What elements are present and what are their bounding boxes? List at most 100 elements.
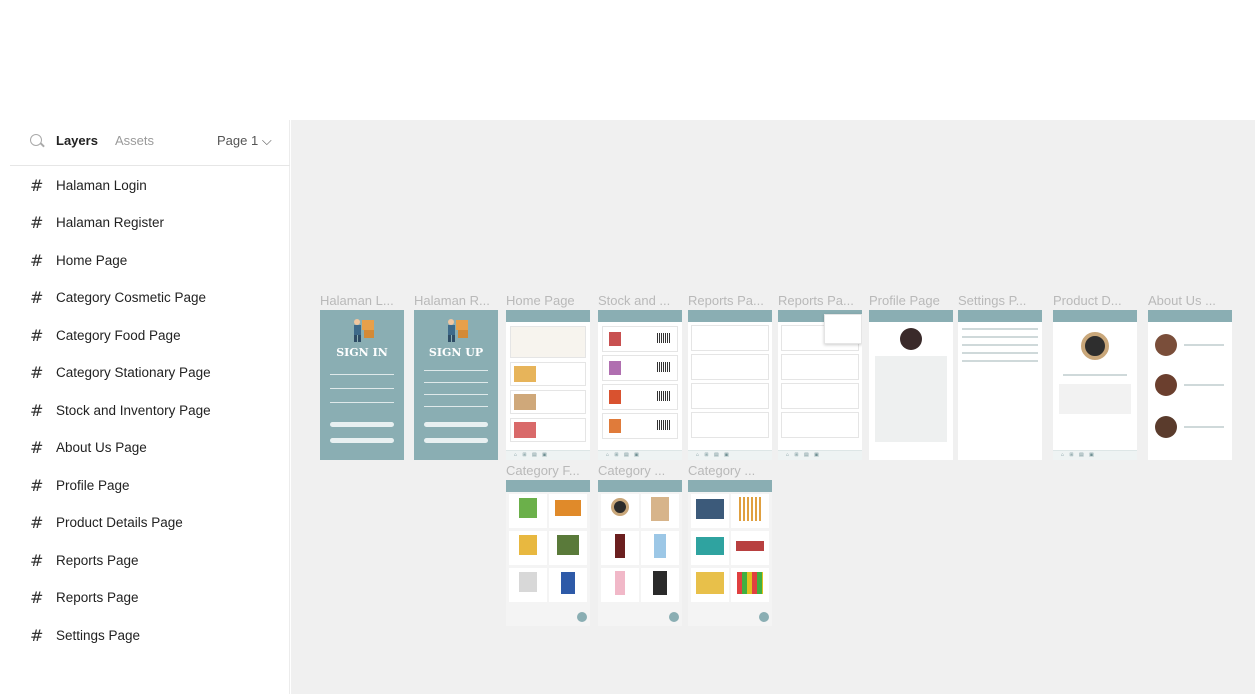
frame-label[interactable]: Home Page <box>506 293 590 308</box>
frame-icon: # <box>30 362 44 382</box>
frame-profile-page[interactable] <box>869 310 953 460</box>
layer-item[interactable]: # Category Stationary Page <box>30 361 211 383</box>
frame-header <box>688 480 772 492</box>
frame-header <box>869 310 953 322</box>
frame-about-us[interactable] <box>1148 310 1232 460</box>
register-link <box>330 438 394 443</box>
frame-home-page[interactable] <box>506 310 590 460</box>
frame-icon: # <box>30 400 44 420</box>
frame-label[interactable]: Halaman R... <box>414 293 498 308</box>
frame-label[interactable]: About Us ... <box>1148 293 1232 308</box>
bottom-nav <box>1053 450 1137 460</box>
sign-up-title: SIGN UP <box>428 346 484 359</box>
layer-item[interactable]: # Halaman Register <box>30 211 164 233</box>
avatar <box>900 328 922 350</box>
product-tile <box>601 568 639 602</box>
stock-item <box>602 326 678 352</box>
frame-icon: # <box>30 587 44 607</box>
layer-label: About Us Page <box>56 439 147 455</box>
bottom-nav <box>506 450 590 460</box>
stock-item <box>602 413 678 439</box>
layer-item[interactable]: # Halaman Login <box>30 174 147 196</box>
frame-category-stationary[interactable] <box>688 480 772 626</box>
report-card <box>781 412 859 438</box>
tab-layers[interactable]: Layers <box>56 133 98 148</box>
layer-label: Category Stationary Page <box>56 364 211 380</box>
layer-label: Stock and Inventory Page <box>56 402 211 418</box>
frame-product-details[interactable] <box>1053 310 1137 460</box>
frame-label[interactable]: Category ... <box>688 463 772 478</box>
banner-image <box>510 326 586 358</box>
sign-in-title: SIGN IN <box>336 346 388 359</box>
layer-item[interactable]: # About Us Page <box>30 436 147 458</box>
category-card <box>510 418 586 442</box>
password-field <box>424 390 488 395</box>
tab-assets[interactable]: Assets <box>115 133 154 148</box>
frame-label[interactable]: Stock and ... <box>598 293 682 308</box>
frame-label[interactable]: Reports Pa... <box>778 293 862 308</box>
frame-header <box>1148 310 1232 322</box>
frame-icon: # <box>30 175 44 195</box>
email-field <box>424 378 488 383</box>
layer-item[interactable]: # Category Cosmetic Page <box>30 286 206 308</box>
layer-item[interactable]: # Product Details Page <box>30 511 183 533</box>
frame-icon: # <box>30 512 44 532</box>
frame-icon: # <box>30 475 44 495</box>
frame-label[interactable]: Profile Page <box>869 293 953 308</box>
layer-label: Reports Page <box>56 552 139 568</box>
layer-item[interactable]: # Stock and Inventory Page <box>30 399 211 421</box>
avatar <box>1155 374 1177 396</box>
product-tile <box>691 568 729 602</box>
layer-item[interactable]: # Reports Page <box>30 549 139 571</box>
frame-header <box>506 310 590 322</box>
layer-item[interactable]: # Settings Page <box>30 624 140 646</box>
frame-category-cosmetic[interactable] <box>598 480 682 626</box>
frame-reports-page[interactable] <box>688 310 772 460</box>
frame-icon: # <box>30 287 44 307</box>
stock-item <box>602 355 678 381</box>
frame-icon: # <box>30 250 44 270</box>
add-button <box>759 612 769 622</box>
product-tile <box>601 494 639 528</box>
bottom-nav <box>598 450 682 460</box>
frame-category-food[interactable] <box>506 480 590 626</box>
product-tile <box>509 531 547 565</box>
layer-item[interactable]: # Home Page <box>30 249 127 271</box>
frame-stock-inventory[interactable] <box>598 310 682 460</box>
add-button <box>669 612 679 622</box>
member-info <box>1184 344 1224 346</box>
frame-header <box>598 310 682 322</box>
report-card <box>691 383 769 409</box>
layer-label: Settings Page <box>56 627 141 643</box>
report-card <box>781 354 859 380</box>
layer-label: Profile Page <box>56 477 130 493</box>
frame-header <box>598 480 682 492</box>
frame-label[interactable]: Product D... <box>1053 293 1137 308</box>
frame-reports-page-2[interactable] <box>778 310 862 460</box>
frame-label[interactable]: Category ... <box>598 463 682 478</box>
product-tile <box>691 494 729 528</box>
password-field <box>330 398 394 403</box>
report-card <box>691 412 769 438</box>
settings-row <box>962 360 1038 362</box>
frame-settings-page[interactable] <box>958 310 1042 460</box>
layer-item[interactable]: # Profile Page <box>30 474 130 496</box>
username-field <box>330 370 394 375</box>
login-screen: SIGN IN <box>320 310 404 460</box>
page-selector[interactable]: Page 1 ⌵ <box>217 133 272 149</box>
settings-row <box>962 352 1038 354</box>
layer-item[interactable]: # Reports Page <box>30 586 139 608</box>
frame-halaman-login[interactable]: SIGN IN <box>320 310 404 460</box>
layer-label: Halaman Login <box>56 177 147 193</box>
layer-label: Category Food Page <box>56 327 181 343</box>
frame-label[interactable]: Settings P... <box>958 293 1042 308</box>
search-icon[interactable] <box>30 134 42 146</box>
frame-label[interactable]: Reports Pa... <box>688 293 772 308</box>
frame-label[interactable]: Halaman L... <box>320 293 404 308</box>
frame-label[interactable]: Category F... <box>506 463 590 478</box>
layer-item[interactable]: # Category Food Page <box>30 324 181 346</box>
product-tile <box>641 531 679 565</box>
design-canvas[interactable]: Halaman L... Halaman R... Home Page Stoc… <box>291 120 1255 694</box>
layer-label: Product Details Page <box>56 514 183 530</box>
frame-halaman-register[interactable]: SIGN UP <box>414 310 498 460</box>
